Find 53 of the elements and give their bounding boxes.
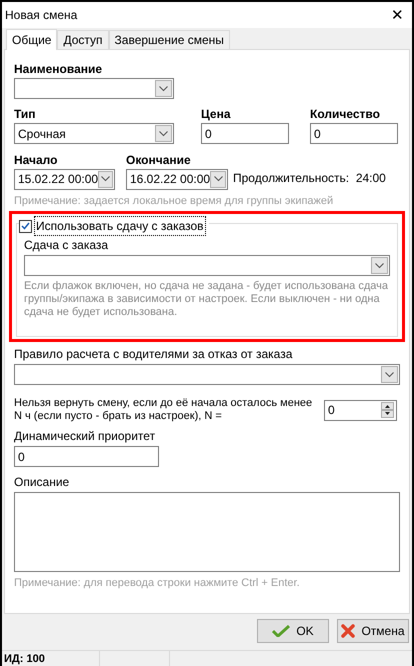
tab[interactable]: Завершение смены (108, 30, 230, 49)
dropdown-caret-icon (159, 130, 168, 136)
cross-icon (341, 624, 356, 638)
name-combo[interactable] (14, 78, 174, 99)
spin-field[interactable]: 0 (324, 400, 397, 420)
checkmark-icon (272, 625, 290, 637)
return-limit-label: Нельзя вернуть смену, если до её начала осталось менее N ч (если пусто - брать из настроек), N = (14, 397, 314, 423)
quantity-field[interactable]: 0 (310, 123, 398, 144)
help-text: Если флажок включен, но сдача не задана - будет использована сдача группы/экипажа в зависимости от настроек. Если выключен - ни одна сдача не будет использована. (24, 280, 389, 319)
field-label: Цена (201, 107, 232, 121)
field-label: Сдача с заказа (24, 238, 110, 252)
cancel-button[interactable]: Отмена (337, 619, 409, 643)
field-label: Описание (14, 475, 70, 489)
change-combo[interactable] (24, 255, 390, 276)
use-change-checkbox[interactable]: Использовать сдачу с заказов (19, 216, 209, 236)
field-label: Количество (310, 107, 381, 121)
priority-field[interactable]: 0 (14, 446, 159, 467)
window-title: Новая смена (5, 7, 78, 24)
spin-up-icon[interactable] (381, 402, 394, 410)
field-label: Начало (14, 152, 58, 166)
close-button[interactable]: ✕ (391, 8, 404, 22)
field-label: Тип (14, 107, 36, 121)
dropdown-button[interactable] (371, 257, 388, 274)
end-date-picker[interactable]: 16.02.22 00:00 (126, 168, 228, 190)
dropdown-button[interactable] (155, 125, 172, 142)
dropdown-caret-icon (101, 176, 110, 182)
checkmark-icon (21, 222, 30, 230)
time-note: Примечание: задается локальное время для группы экипажей (14, 194, 334, 208)
dropdown-button[interactable] (210, 170, 226, 188)
tab[interactable]: Общие (6, 29, 58, 50)
start-date-picker[interactable]: 15.02.22 00:00 (14, 168, 115, 190)
field-label: Динамический приоритет (14, 429, 156, 443)
tab[interactable]: Доступ (57, 30, 109, 49)
price-field[interactable]: 0 (201, 123, 289, 144)
dropdown-caret-icon (375, 262, 384, 268)
dropdown-caret-icon (214, 176, 223, 182)
description-field[interactable] (14, 492, 400, 572)
dropdown-caret-icon (159, 86, 168, 92)
dropdown-button[interactable] (98, 170, 113, 188)
checkbox[interactable] (19, 220, 32, 232)
dropdown-button[interactable] (381, 366, 398, 383)
ok-button[interactable]: OK (257, 619, 329, 643)
duration-text: Продолжительность: 24:00 (233, 170, 386, 186)
field-label: Наименование (14, 62, 104, 76)
dropdown-button[interactable] (155, 80, 172, 97)
dropdown-caret-icon (385, 372, 394, 378)
type-combo[interactable]: Срочная (14, 123, 174, 144)
description-note: Примечание: для перевода строки нажмите Ctrl + Enter. (14, 576, 301, 591)
status-text: ИД: 100 (2, 651, 100, 666)
field-label: Окончание (126, 152, 192, 166)
rule-combo[interactable] (14, 364, 400, 385)
field-label: Правило расчета с водителями за отказ от заказа (14, 347, 294, 361)
spin-down-icon[interactable] (381, 410, 394, 418)
